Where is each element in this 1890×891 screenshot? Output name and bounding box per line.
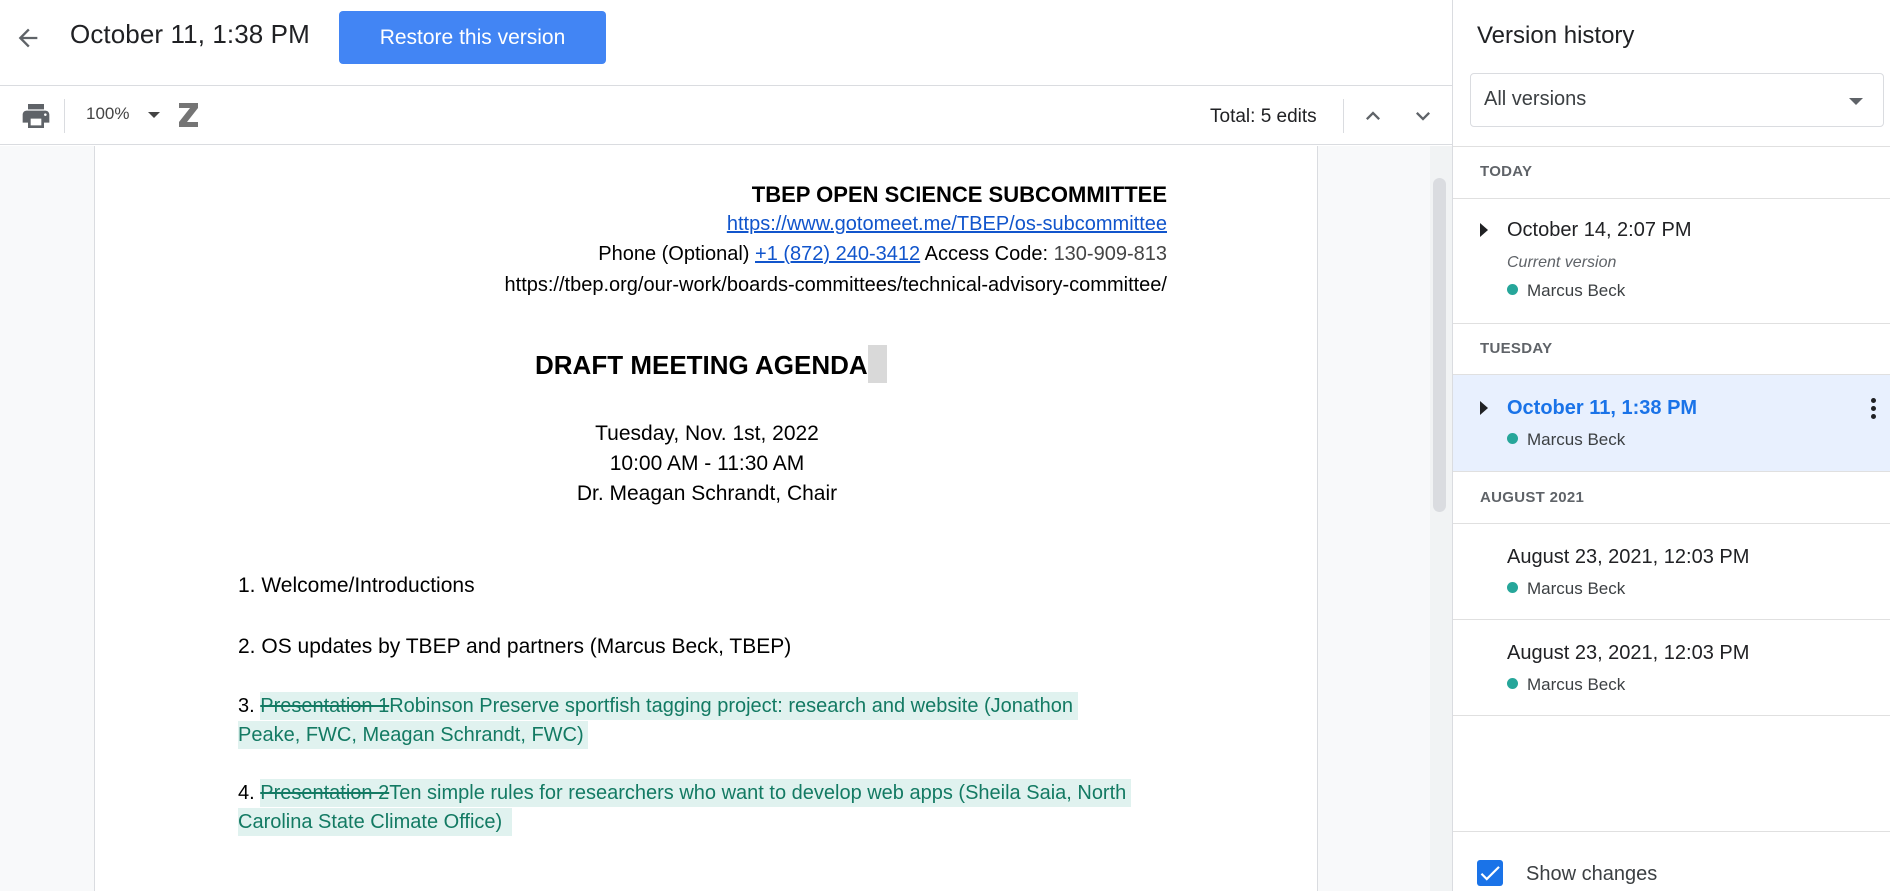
author-name: Marcus Beck [1527,281,1626,300]
version-entry[interactable]: August 23, 2021, 12:03 PM Marcus Beck [1453,620,1890,715]
expand-triangle-icon[interactable] [1480,223,1488,237]
inserted-text: Ten simple rules for researchers who wan… [389,782,1127,804]
agenda-item: 2. OS updates by TBEP and partners (Marc… [238,635,791,659]
version-filter-select[interactable]: All versions [1470,73,1884,127]
divider [1453,146,1890,147]
divider [1453,323,1890,324]
author-color-dot [1507,678,1518,689]
chevron-up-icon[interactable] [1359,102,1387,130]
agenda-item-number: 2. [238,635,256,658]
agenda-item-number: 3. [238,695,255,717]
expand-triangle-icon[interactable] [1480,401,1488,415]
agenda-item: 4. Presentation 2Ten simple rules for re… [238,779,1132,807]
text-cursor-highlight [867,345,887,383]
version-entry-selected[interactable]: October 11, 1:38 PM Marcus Beck [1453,375,1890,471]
version-title: October 11, 1:38 PM [70,19,310,49]
meeting-chair: Dr. Meagan Schrandt, Chair [576,482,838,505]
suggestion-change[interactable]: Presentation 1Robinson Preserve sportfis… [260,692,1078,720]
divider [1453,471,1890,472]
agenda-item: 3. Presentation 1Robinson Preserve sport… [238,692,1078,720]
suggestion-change[interactable]: Presentation 2Ten simple rules for resea… [260,779,1132,807]
show-changes-checkbox[interactable] [1477,860,1503,886]
print-icon[interactable] [20,100,52,132]
zoom-select[interactable]: 100% [86,104,129,124]
author-color-dot [1507,284,1518,295]
toolbar-divider [1343,99,1344,133]
access-code-label: Access Code: [924,243,1048,265]
author-name: Marcus Beck [1527,579,1626,598]
group-heading: TODAY [1480,163,1533,180]
toolbar: 100% Total: 5 edits [0,87,1452,145]
paint-format-icon[interactable] [178,101,200,129]
agenda-item-text: OS updates by TBEP and partners (Marcus … [261,635,792,658]
tbep-url: https://tbep.org/our-work/boards-committ… [504,274,1167,296]
version-history-panel: Version history All versions TODAY Octob… [1452,0,1890,891]
agenda-item: 1. Welcome/Introductions [238,574,475,598]
version-entry[interactable]: October 14, 2:07 PM Current version Marc… [1453,199,1890,323]
inserted-text[interactable]: Peake, FWC, Meagan Schrandt, FWC) [238,721,588,749]
panel-title: Version history [1477,22,1635,49]
version-date: October 14, 2:07 PM [1507,219,1692,241]
author-color-dot [1507,582,1518,593]
agenda-item-text: Welcome/Introductions [261,574,475,597]
version-author: Marcus Beck [1507,579,1625,599]
document-page: TBEP OPEN SCIENCE SUBCOMMITTEE https://w… [94,146,1318,891]
chevron-down-icon[interactable] [1409,102,1437,130]
divider [1453,715,1890,716]
inserted-text[interactable]: Carolina State Climate Office) [238,808,513,836]
agenda-item-number: 4. [238,782,255,804]
group-heading: TUESDAY [1480,340,1553,357]
meeting-link-line: https://www.gotomeet.me/TBEP/os-subcommi… [727,213,1167,236]
zoom-dropdown-icon[interactable] [148,112,160,118]
agenda-item-continued: Carolina State Climate Office) [238,808,513,836]
author-name: Marcus Beck [1527,675,1626,694]
phone-number-link[interactable]: +1 (872) 240-3412 [755,243,920,265]
current-version-label: Current version [1507,254,1617,271]
total-edits-count: Total: 5 edits [1210,106,1317,127]
inserted-text: Robinson Preserve sportfish tagging proj… [389,695,1073,717]
agenda-item-number: 1. [238,574,256,597]
divider [1453,831,1890,832]
author-name: Marcus Beck [1527,430,1626,449]
version-author: Marcus Beck [1507,675,1625,695]
dropdown-caret-icon [1849,98,1863,105]
phone-label: Phone (Optional) [598,243,750,265]
version-author: Marcus Beck [1507,430,1625,450]
show-changes-label: Show changes [1526,863,1658,885]
restore-version-button[interactable]: Restore this version [339,11,606,64]
back-arrow-icon[interactable] [10,20,46,56]
top-bar: October 11, 1:38 PM Restore this version [0,0,1452,86]
meeting-link[interactable]: https://www.gotomeet.me/TBEP/os-subcommi… [727,213,1167,235]
agenda-title-text: DRAFT MEETING AGENDA [535,350,868,380]
version-filter-value: All versions [1484,88,1587,110]
version-entry[interactable]: August 23, 2021, 12:03 PM Marcus Beck [1453,524,1890,619]
version-date: August 23, 2021, 12:03 PM [1507,642,1750,664]
version-date: August 23, 2021, 12:03 PM [1507,546,1750,568]
document-canvas: TBEP OPEN SCIENCE SUBCOMMITTEE https://w… [0,146,1452,891]
deleted-text: Presentation 2 [260,782,390,804]
scrollbar-thumb[interactable] [1433,178,1446,512]
access-code: 130-909-813 [1053,243,1167,265]
author-color-dot [1507,433,1518,444]
group-heading: AUGUST 2021 [1480,489,1585,506]
version-author: Marcus Beck [1507,281,1625,301]
org-title: TBEP OPEN SCIENCE SUBCOMMITTEE [751,182,1167,207]
agenda-title: DRAFT MEETING AGENDA [535,345,887,383]
agenda-item-continued: Peake, FWC, Meagan Schrandt, FWC) [238,721,588,749]
meeting-time: 10:00 AM - 11:30 AM [609,452,805,475]
deleted-text: Presentation 1 [260,695,390,717]
meeting-date: Tuesday, Nov. 1st, 2022 [595,422,819,445]
toolbar-divider [64,99,65,133]
more-options-icon[interactable] [1861,395,1885,427]
version-date: October 11, 1:38 PM [1507,397,1698,419]
phone-line: Phone (Optional) +1 (872) 240-3412 Acces… [598,243,1167,266]
